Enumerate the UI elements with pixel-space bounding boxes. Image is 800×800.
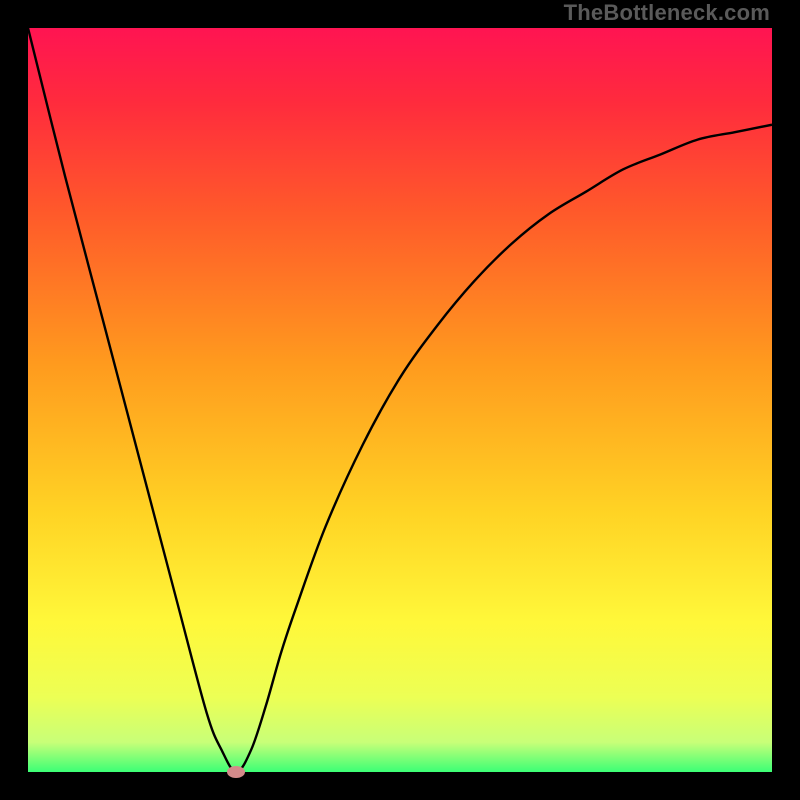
watermark-text: TheBottleneck.com (564, 0, 770, 26)
plot-area (28, 28, 772, 772)
curve-layer (28, 28, 772, 772)
chart-container: TheBottleneck.com (0, 0, 800, 800)
min-marker (227, 766, 245, 778)
bottleneck-curve (28, 28, 772, 772)
